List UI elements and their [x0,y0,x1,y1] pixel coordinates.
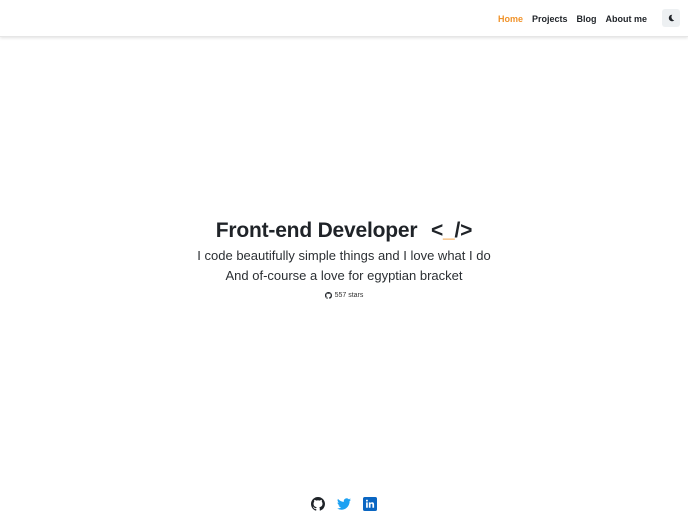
twitter-link[interactable] [337,497,351,511]
github-stars-badge[interactable]: 557 stars [324,292,364,299]
code-close: /> [454,219,473,242]
theme-toggle-button[interactable] [662,9,680,27]
nav-projects[interactable]: Projects [532,14,568,24]
hero-tagline-1: I code beautifully simple things and I l… [197,248,491,263]
hero-tagline-2: And of-course a love for egyptian bracke… [225,268,463,283]
code-cursor: _ [443,219,455,242]
nav-blog[interactable]: Blog [577,14,597,24]
hero-title: Front-end Developer <_/> [0,216,688,246]
main-nav: Home Projects Blog About me [498,0,647,37]
nav-about-me[interactable]: About me [606,14,648,24]
stars-count: 557 stars [334,292,364,299]
hero-section: Front-end Developer <_/> I code beautifu… [0,216,688,304]
moon-icon [668,14,675,22]
github-icon [324,292,332,299]
nav-home[interactable]: Home [498,14,523,24]
page: Home Projects Blog About me Front-end De… [0,0,688,512]
linkedin-link[interactable] [363,497,377,511]
social-links [0,497,688,511]
twitter-icon [337,498,351,510]
github-link[interactable] [311,497,325,511]
code-open: < [430,219,444,242]
code-glyph: <_/> [431,219,472,242]
linkedin-icon [363,497,377,511]
hero-title-text: Front-end Developer [215,219,418,242]
top-navbar: Home Projects Blog About me [0,0,688,37]
github-icon [311,497,325,511]
